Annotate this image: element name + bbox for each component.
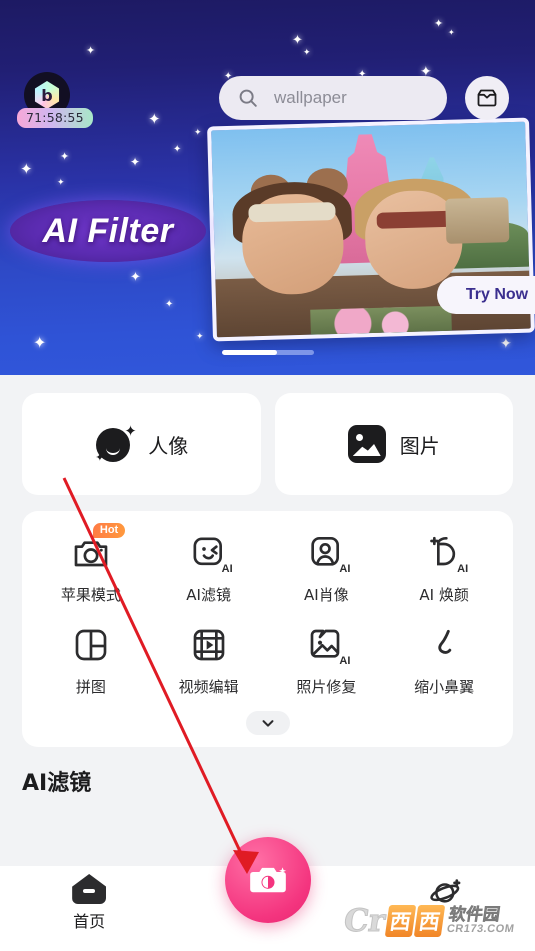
watermark-box2: 西 bbox=[413, 905, 446, 937]
tool-label: AI 焕颜 bbox=[419, 586, 469, 604]
watermark-cr: Cr bbox=[341, 903, 388, 940]
inbox-icon bbox=[477, 89, 497, 107]
nose-icon bbox=[422, 623, 466, 667]
ai-tag: AI bbox=[221, 563, 233, 575]
tool-label: AI肖像 bbox=[304, 586, 349, 604]
tool-ai-filter[interactable]: AI AI滤镜 bbox=[150, 531, 268, 605]
portrait-face-icon: ✦ ✦ bbox=[95, 423, 137, 464]
sparkle-icon: ✦ bbox=[148, 111, 161, 128]
sparkle-icon: ✦ bbox=[173, 144, 182, 155]
hot-badge: Hot bbox=[92, 523, 126, 538]
photo-repair-icon: AI bbox=[304, 623, 351, 667]
bottom-navigation: 首页 Cr 西 西 软件园 CR173.COM bbox=[0, 837, 535, 951]
face-glow-icon: AI bbox=[422, 531, 469, 575]
camera-shutter-icon bbox=[249, 867, 286, 893]
sparkle-icon: ✦ bbox=[292, 32, 303, 47]
search-placeholder: wallpaper bbox=[274, 88, 347, 107]
person-frame-icon: AI bbox=[304, 531, 351, 575]
inbox-button[interactable] bbox=[465, 76, 509, 120]
tool-ai-portrait[interactable]: AI AI肖像 bbox=[268, 531, 386, 605]
card-picture-label: 图片 bbox=[399, 433, 440, 458]
sparkle-icon: ✦ bbox=[57, 177, 65, 187]
sparkle-icon: ✦ bbox=[130, 155, 141, 169]
sparkle-icon: ✦ bbox=[33, 335, 47, 352]
tool-ai-glow[interactable]: AI AI 焕颜 bbox=[385, 531, 503, 605]
sparkle-icon: ✦ bbox=[60, 151, 70, 163]
flowers-shape bbox=[310, 305, 453, 335]
sparkle-icon: ✦ bbox=[130, 269, 141, 284]
home-icon bbox=[72, 874, 107, 904]
card-picture[interactable]: 图片 bbox=[274, 393, 513, 495]
search-icon bbox=[239, 89, 257, 107]
collage-grid-icon bbox=[69, 623, 113, 667]
watermark-box1: 西 bbox=[384, 905, 417, 937]
sparkle-icon: ✦ bbox=[194, 127, 202, 137]
sparkle-icon: ✦ bbox=[500, 335, 512, 351]
tool-photo-repair[interactable]: AI 照片修复 bbox=[268, 623, 386, 697]
watermark-cn: 软件园 bbox=[447, 905, 502, 926]
hero-banner[interactable]: ✦ ✦ ✦ ✦ ✦ ✦ ✦ ✦ ✦ ✦ ✦ ✦ ✦ ✦ ✦ ✦ ✦ ✦ ✦ ✦ … bbox=[0, 0, 535, 375]
picture-image-icon bbox=[347, 425, 386, 463]
app-screen: ✦ ✦ ✦ ✦ ✦ ✦ ✦ ✦ ✦ ✦ ✦ ✦ ✦ ✦ ✦ ✦ ✦ ✦ ✦ ✦ … bbox=[0, 0, 535, 951]
card-portrait[interactable]: ✦ ✦ 人像 bbox=[22, 393, 261, 495]
site-watermark: Cr 西 西 软件园 CR173.COM bbox=[341, 867, 534, 940]
sparkle-icon: ✦ bbox=[434, 18, 444, 30]
nav-home-label: 首页 bbox=[73, 912, 106, 931]
logo-text: AI Filter bbox=[42, 211, 174, 250]
sparkle-icon: ✦ bbox=[20, 161, 33, 178]
primary-entries: ✦ ✦ 人像 图片 bbox=[0, 375, 535, 495]
page-indicator-fill bbox=[222, 350, 278, 355]
held-box-shape bbox=[445, 196, 510, 244]
card-portrait-label: 人像 bbox=[148, 433, 189, 458]
ai-tag: AI bbox=[339, 655, 351, 667]
diamond-b-logo-icon: b bbox=[34, 81, 60, 109]
camera-icon: Hot bbox=[69, 523, 126, 575]
section-title-ai-filter: AI滤镜 bbox=[22, 771, 92, 796]
tools-grid: Hot 苹果模式 AI AI滤镜 AI AI肖像 AI AI 焕颜 拼图 视频编… bbox=[32, 523, 503, 697]
watermark-url: CR173.COM bbox=[446, 923, 516, 935]
tool-nose-slim[interactable]: 缩小鼻翼 bbox=[385, 623, 503, 697]
sparkle-icon: ✦ bbox=[86, 45, 96, 57]
tool-label: 视频编辑 bbox=[178, 678, 239, 696]
smiley-face-icon: AI bbox=[187, 531, 233, 575]
sparkle-icon: ✦ bbox=[303, 47, 311, 57]
sparkle-icon: ✦ bbox=[165, 299, 174, 310]
camera-capture-button[interactable] bbox=[224, 837, 311, 923]
ai-tag: AI bbox=[457, 563, 469, 575]
tool-video-edit[interactable]: 视频编辑 bbox=[150, 623, 268, 697]
tool-label: 苹果模式 bbox=[60, 586, 121, 604]
tool-apple-mode[interactable]: Hot 苹果模式 bbox=[32, 523, 150, 605]
nav-item-home[interactable]: 首页 bbox=[0, 874, 178, 932]
tool-label: 照片修复 bbox=[296, 678, 357, 696]
tool-label: 拼图 bbox=[75, 678, 106, 696]
film-play-icon bbox=[187, 623, 231, 667]
sparkle-icon: ✦ bbox=[448, 28, 455, 37]
sparkle-icon: ✦ bbox=[196, 331, 204, 341]
tools-panel: Hot 苹果模式 AI AI滤镜 AI AI肖像 AI AI 焕颜 拼图 视频编… bbox=[22, 511, 513, 747]
tool-label: AI滤镜 bbox=[186, 586, 231, 604]
try-now-button[interactable]: Try Now bbox=[437, 276, 535, 314]
sunglasses-shape bbox=[376, 210, 453, 230]
headband-shape bbox=[247, 201, 337, 223]
ai-tag: AI bbox=[339, 563, 351, 575]
search-input[interactable]: wallpaper bbox=[219, 76, 447, 120]
tool-label: 缩小鼻翼 bbox=[414, 678, 475, 696]
chevron-down-icon bbox=[262, 720, 273, 727]
expand-tools-button[interactable] bbox=[245, 711, 290, 735]
countdown-timer: 71:58:55 bbox=[17, 108, 93, 128]
ai-filter-logo: AI Filter bbox=[10, 200, 206, 262]
tool-collage[interactable]: 拼图 bbox=[32, 623, 150, 697]
carousel-page-indicator[interactable] bbox=[222, 350, 314, 355]
